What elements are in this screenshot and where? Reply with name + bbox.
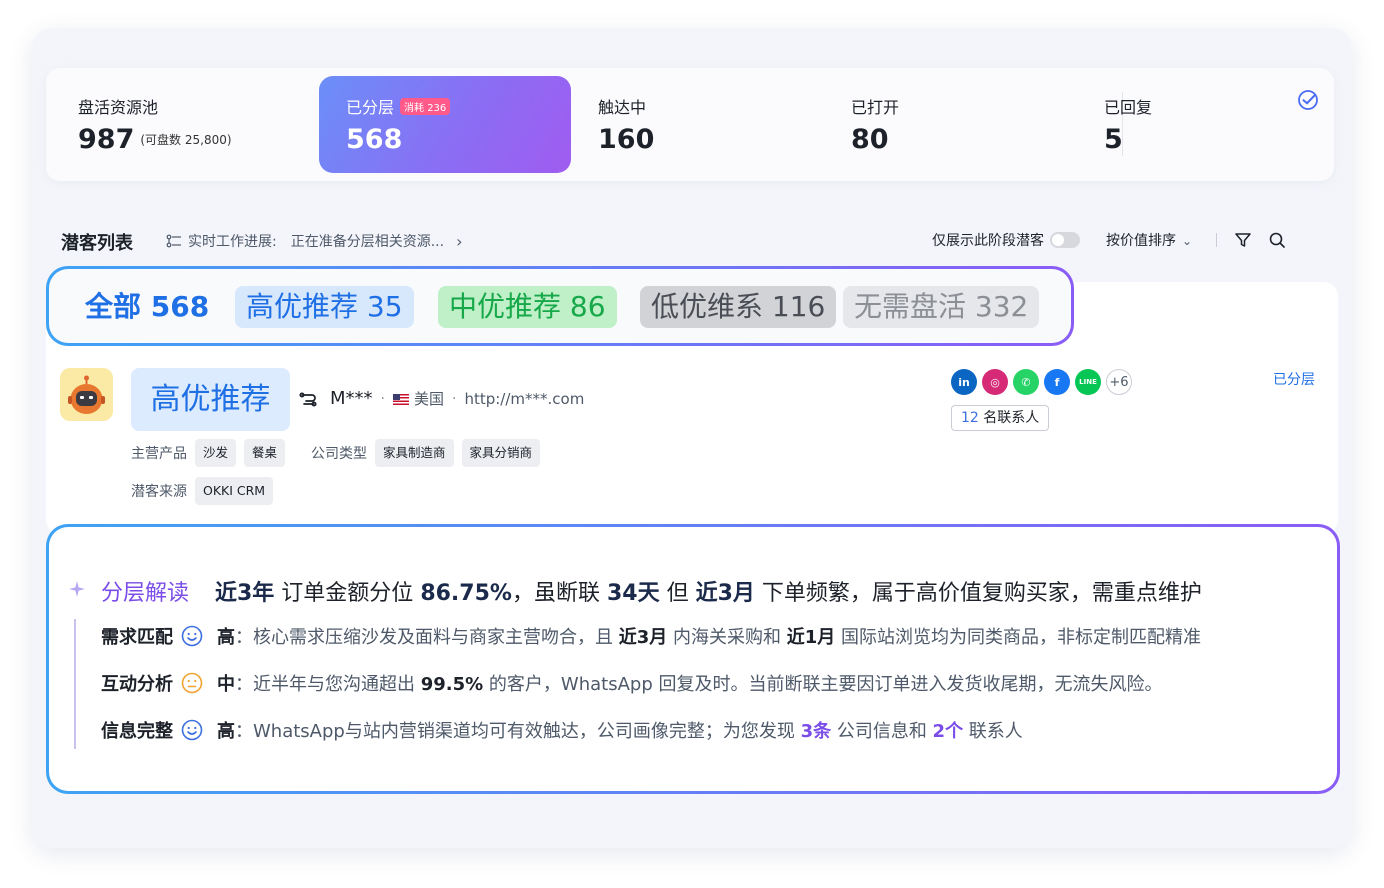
stat-replied[interactable]: 已回复 5 [1104,68,1304,181]
stat-label: 已回复 [1104,98,1153,117]
only-stage-toggle[interactable] [1050,232,1080,248]
toolbar-divider [1216,233,1218,247]
product-tag: 沙发 [195,439,237,467]
sort-dropdown[interactable]: 按价值排序 ⌄ [1106,230,1192,250]
tab-high-priority[interactable]: 高优推荐 35 [235,286,414,328]
check-circle-icon[interactable] [1296,88,1320,112]
search-icon[interactable] [1267,230,1287,250]
sparkle-icon [69,581,85,597]
robot-icon [68,375,105,414]
happy-face-icon [181,625,203,647]
line-icon[interactable]: LINE [1075,369,1101,395]
list-toolbar: 仅展示此阶段潜客 按价值排序 ⌄ [932,230,1301,250]
analysis-row-info: 信息完整 高 ：WhatsApp与站内营销渠道均可有效触达，公司画像完整；为您发… [101,719,1023,742]
cost-badge: 消耗 236 [400,98,451,115]
linkedin-icon[interactable]: in [951,369,977,395]
company-info: M*** · 美国 · http://m***.com [330,388,585,409]
analysis-title: 分层解读 [101,581,190,606]
social-channels: in ◎ ✆ f LINE +6 [951,369,1132,395]
company-website[interactable]: http://m***.com [464,390,584,408]
progress-text: 正在准备分层相关资源... [290,234,445,250]
stat-value: 160 [598,124,655,155]
stat-opened[interactable]: 已打开 80 [851,68,1071,181]
stat-label: 盘活资源池 [78,98,159,117]
analysis-divider [74,619,76,749]
stat-layered[interactable]: 已分层 消耗 236 568 [319,76,571,173]
chevron-down-icon: ⌄ [1182,234,1193,248]
company-type-tag: 家具分销商 [461,439,541,467]
progress-icon [166,234,181,248]
happy-face-icon [181,719,203,741]
facebook-icon[interactable]: f [1044,369,1070,395]
funnel-stats-bar: 盘活资源池 987 (可盘数 25,800) 已分层 消耗 236 568 触达中 … [46,68,1334,181]
stat-label: 已打开 [851,98,900,117]
only-stage-label: 仅展示此阶段潜客 [932,233,1044,249]
stat-value: 568 [346,124,403,155]
filter-icon[interactable] [1233,230,1253,250]
whatsapp-icon[interactable]: ✆ [1013,369,1039,395]
stat-label: 已分层 消耗 236 [346,94,451,118]
tab-low-maintain[interactable]: 低优维系 116 [640,286,837,328]
tier-analysis-card: 分层解读 近3年 订单金额分位 86.75%，虽断联 34天 但 近3月 下单频… [46,524,1340,794]
tier-filter-tabs: 全部 568 高优推荐 35 中优推荐 86 低优维系 116 无需盘活 332 [46,266,1074,346]
tier-badge: 高优推荐 [131,368,290,431]
source-label: 潜客来源 [131,484,187,500]
progress-label: 实时工作进展: [188,234,277,250]
analysis-summary: 近3年 订单金额分位 86.75%，虽断联 34天 但 近3月 下单频繁，属于高… [215,581,1202,606]
company-type-tag: 家具制造商 [375,439,454,467]
company-name[interactable]: M*** [330,388,373,409]
stat-value: 5 [1104,124,1123,155]
analysis-row-demand: 需求匹配 高 ：核心需求压缩沙发及面料与商家主营吻合，且 近3月 内海关采购和 … [101,625,1201,648]
link-icon[interactable] [298,389,318,409]
tab-all[interactable]: 全部 568 [75,286,220,328]
company-country: 美国 [413,390,444,408]
analysis-row-interaction: 互动分析 中 ：近半年与您沟通超出 99.5% 的客户，WhatsApp 回复及… [101,672,1163,695]
stat-value: 987 (可盘数 25,800) [78,124,232,155]
us-flag-icon [392,394,409,405]
instagram-icon[interactable]: ◎ [982,369,1008,395]
more-channels[interactable]: +6 [1106,369,1132,395]
company-type-label: 公司类型 [311,446,368,462]
status-label: 已分层 [1273,372,1315,388]
robot-avatar [60,368,113,421]
product-tag: 餐桌 [244,439,286,467]
tab-no-activation[interactable]: 无需盘活 332 [843,286,1040,328]
source-tag: OKKI CRM [195,477,274,505]
stat-label: 触达中 [598,98,647,117]
neutral-face-icon [181,672,203,694]
tab-mid-priority[interactable]: 中优推荐 86 [438,286,617,328]
stat-sub: (可盘数 25,800) [140,133,232,147]
company-tags-row: 主营产品 沙发 餐桌 公司类型 家具制造商 家具分销商 [131,439,548,467]
main-products-label: 主营产品 [131,446,187,462]
work-progress-link[interactable]: 实时工作进展: 正在准备分层相关资源... › [166,231,462,251]
stat-reaching[interactable]: 触达中 160 [598,68,818,181]
source-row: 潜客来源 OKKI CRM [131,477,281,505]
list-title: 潜客列表 [61,233,133,254]
chevron-right-icon: › [456,231,463,251]
stat-value: 80 [851,124,889,155]
contacts-count[interactable]: 12 名联系人 [951,405,1050,431]
stat-resource-pool[interactable]: 盘活资源池 987 (可盘数 25,800) [78,68,318,181]
